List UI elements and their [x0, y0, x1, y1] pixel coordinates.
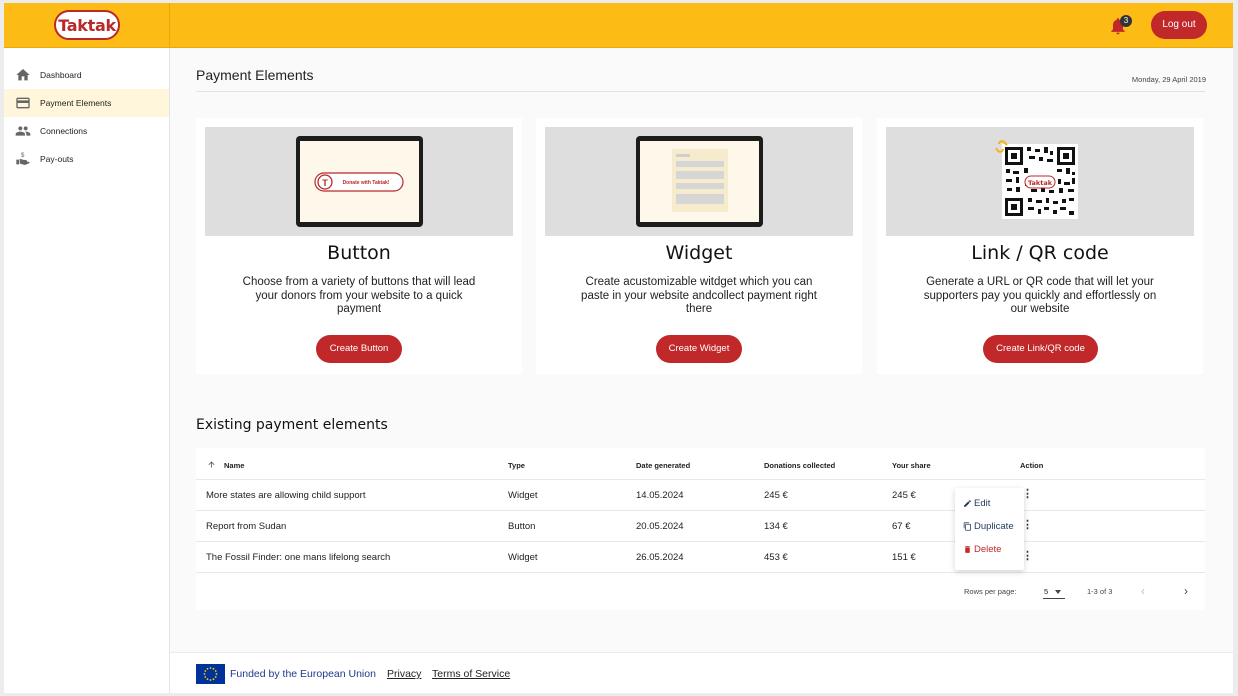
column-header-action: Action — [1020, 461, 1044, 470]
sidebar-item-label: Dashboard — [40, 70, 82, 80]
table-row[interactable]: The Fossil Finder: one mans lifelong sea… — [196, 541, 1205, 572]
main-content: Payment Elements Monday, 29 April 2019 T… — [170, 48, 1233, 693]
eu-flag-icon — [196, 664, 225, 684]
payment-elements-table: Name Type Date generated Donations colle… — [196, 448, 1205, 610]
notification-badge: 3 — [1120, 15, 1132, 27]
privacy-link[interactable]: Privacy — [387, 668, 421, 680]
logout-button[interactable]: Log out — [1151, 11, 1207, 39]
table-row[interactable]: Report from Sudan Button 20.05.2024 134 … — [196, 510, 1205, 541]
qr-code-illustration: Taktak — [995, 140, 1078, 219]
menu-item-delete[interactable]: Delete — [963, 544, 1001, 555]
card-description: Choose from a variety of buttons that wi… — [242, 276, 476, 315]
row-share: 151 € — [892, 552, 916, 563]
rows-per-page-value: 5 — [1044, 587, 1049, 596]
terms-link[interactable]: Terms of Service — [432, 668, 510, 680]
caret-down-icon — [1055, 590, 1061, 594]
sidebar: Dashboard Payment Elements Connections $… — [4, 48, 170, 693]
row-name: The Fossil Finder: one mans lifelong sea… — [206, 552, 391, 563]
eu-funding-text: Funded by the European Union — [230, 668, 376, 680]
rows-per-page-select[interactable]: 5 — [1043, 585, 1065, 599]
column-header-type[interactable]: Type — [508, 461, 525, 470]
row-share: 67 € — [892, 521, 911, 532]
row-type: Button — [508, 521, 536, 532]
table-pagination: Rows per page: 5 1-3 of 3 ‹ › — [196, 572, 1205, 610]
donate-preview-text: Donate with Taktak! — [343, 180, 390, 186]
sidebar-item-dashboard[interactable]: Dashboard — [4, 61, 169, 89]
widget-preview — [545, 127, 853, 236]
sort-arrow-up-icon[interactable] — [207, 460, 216, 469]
topbar-divider — [169, 3, 170, 48]
taktak-logo[interactable]: Taktak — [54, 10, 120, 40]
pagination-range: 1-3 of 3 — [1087, 587, 1113, 596]
prev-page-icon[interactable]: ‹ — [1141, 584, 1145, 598]
create-link-qr-button[interactable]: Create Link/QR code — [983, 335, 1098, 363]
sidebar-item-connections[interactable]: Connections — [4, 117, 169, 145]
qr-preview: Taktak — [886, 127, 1194, 236]
create-widget-button[interactable]: Create Widget — [656, 335, 742, 363]
sidebar-item-label: Payment Elements — [40, 98, 112, 108]
title-divider — [196, 91, 1205, 92]
button-card: T Donate with Taktak! Button Choose from… — [196, 118, 522, 374]
svg-text:T: T — [322, 178, 328, 188]
card-title: Link / QR code — [971, 242, 1109, 264]
row-action-menu: Edit Duplicate Delete — [955, 488, 1024, 570]
card-icon — [16, 97, 30, 109]
card-title: Widget — [665, 242, 733, 264]
page-footer: Funded by the European Union Privacy Ter… — [170, 652, 1233, 693]
row-donations: 245 € — [764, 490, 788, 501]
next-page-icon[interactable]: › — [1184, 584, 1188, 598]
create-button-button[interactable]: Create Button — [316, 335, 402, 363]
logo-text: Taktak — [58, 15, 116, 35]
card-title: Button — [327, 242, 391, 264]
widget-card: Widget Create acustomizable witdget whic… — [536, 118, 862, 374]
column-header-donations[interactable]: Donations collected — [764, 461, 835, 470]
row-donations: 134 € — [764, 521, 788, 532]
top-bar: Taktak 3 Log out — [4, 3, 1233, 48]
row-date: 14.05.2024 — [636, 490, 684, 501]
sidebar-item-label: Connections — [40, 126, 88, 136]
current-date: Monday, 29 April 2019 — [1131, 75, 1206, 84]
row-name: Report from Sudan — [206, 521, 287, 532]
column-header-share[interactable]: Your share — [892, 461, 931, 470]
menu-label: Duplicate — [974, 521, 1014, 532]
sidebar-item-label: Pay-outs — [40, 154, 74, 164]
trash-icon — [964, 546, 971, 553]
row-type: Widget — [508, 552, 538, 563]
row-date: 20.05.2024 — [636, 521, 684, 532]
menu-item-edit[interactable]: Edit — [963, 498, 990, 509]
page-title: Payment Elements — [196, 67, 314, 83]
people-icon — [15, 126, 31, 136]
tablet-button-illustration: T Donate with Taktak! — [296, 136, 423, 227]
sidebar-item-payouts[interactable]: $ Pay-outs — [4, 145, 169, 173]
qr-logo-text: Taktak — [1028, 179, 1053, 187]
button-preview: T Donate with Taktak! — [205, 127, 513, 236]
home-icon — [16, 69, 30, 81]
row-share: 245 € — [892, 490, 916, 501]
row-type: Widget — [508, 490, 538, 501]
app-frame: Taktak 3 Log out Dashboard Payment Eleme… — [4, 3, 1233, 693]
menu-label: Delete — [974, 544, 1002, 555]
column-header-date[interactable]: Date generated — [636, 461, 690, 470]
row-name: More states are allowing child support — [206, 490, 366, 501]
svg-text:$: $ — [21, 153, 25, 159]
payout-icon: $ — [16, 153, 30, 165]
existing-section-title: Existing payment elements — [196, 417, 388, 433]
row-donations: 453 € — [764, 552, 788, 563]
rows-per-page-label: Rows per page: — [964, 587, 1017, 596]
column-header-name[interactable]: Name — [224, 461, 244, 470]
pencil-icon — [964, 500, 971, 507]
copy-icon — [963, 522, 971, 531]
card-description: Create acustomizable witdget which you c… — [581, 276, 817, 315]
menu-item-duplicate[interactable]: Duplicate — [963, 521, 1014, 532]
sidebar-item-payment-elements[interactable]: Payment Elements — [4, 89, 169, 117]
menu-label: Edit — [974, 498, 991, 509]
tablet-widget-illustration — [636, 136, 763, 227]
row-date: 26.05.2024 — [636, 552, 684, 563]
table-row[interactable]: More states are allowing child support W… — [196, 479, 1205, 510]
link-qr-card: Taktak Link / QR code Generate a URL or … — [877, 118, 1203, 374]
card-description: Generate a URL or QR code that will let … — [923, 276, 1157, 315]
